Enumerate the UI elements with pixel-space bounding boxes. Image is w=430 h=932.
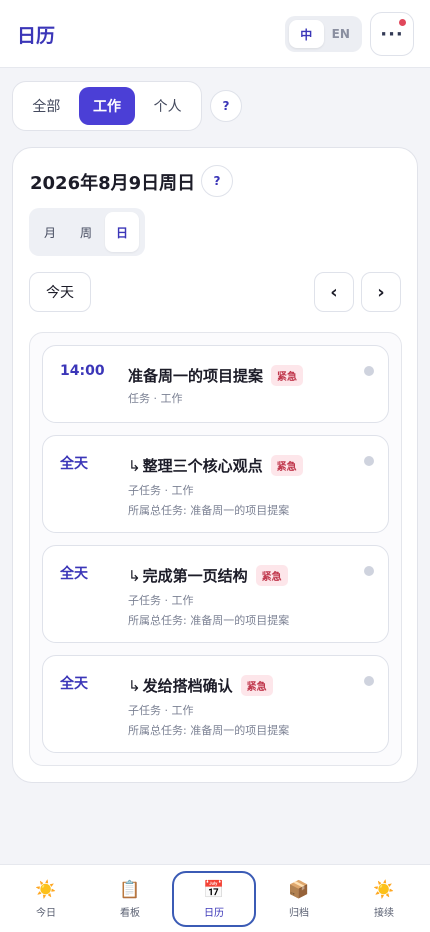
calendar-icon: 📅 [203, 879, 225, 900]
view-month[interactable]: 月 [33, 212, 67, 252]
filter-personal[interactable]: 个人 [139, 87, 196, 125]
event-list: 14:00 准备周一的项目提案 紧急 任务 · 工作 全天 ↳ 整理三个核心观点… [29, 332, 402, 766]
event-item[interactable]: 全天 ↳ 完成第一页结构 紧急 子任务 · 工作 所属总任务: 准备周一的项目提… [42, 545, 389, 643]
chevron-left-icon: ‹ [330, 281, 338, 303]
language-toggle[interactable]: 中 EN [285, 16, 362, 52]
event-meta: 任务 · 工作 [128, 392, 183, 405]
urgent-badge: 紧急 [255, 565, 288, 586]
filter-all[interactable]: 全部 [18, 87, 75, 125]
event-meta: 子任务 · 工作 [128, 484, 194, 497]
nav-label: 看板 [120, 907, 140, 919]
subtask-arrow-icon: ↳ [128, 456, 141, 475]
more-dots-icon: ··· [380, 23, 404, 45]
event-time: 全天 [60, 456, 88, 472]
event-parent-task: 所属总任务: 准备周一的项目提案 [128, 724, 290, 737]
next-day-button[interactable]: › [361, 272, 401, 312]
event-title-text: 整理三个核心观点 [142, 457, 263, 475]
filter-help-button[interactable]: ? [210, 90, 242, 122]
event-title: 准备周一的项目提案 紧急 [128, 365, 304, 386]
event-time: 全天 [60, 676, 88, 692]
urgent-badge: 紧急 [271, 365, 304, 386]
event-parent-task: 所属总任务: 准备周一的项目提案 [128, 614, 290, 627]
nav-calendar[interactable]: 📅 日历 [172, 871, 256, 927]
lang-option-zh[interactable]: 中 [289, 20, 324, 48]
date-help-button[interactable]: ? [201, 165, 233, 197]
event-parent-task: 所属总任务: 准备周一的项目提案 [128, 504, 290, 517]
event-item[interactable]: 全天 ↳ 整理三个核心观点 紧急 子任务 · 工作 所属总任务: 准备周一的项目… [42, 435, 389, 533]
event-meta: 子任务 · 工作 [128, 594, 194, 607]
bottom-nav: ☀️ 今日 📋 看板 📅 日历 📦 归档 ☀️ 接续 [0, 864, 430, 932]
event-status-dot[interactable] [364, 676, 374, 686]
event-status-dot[interactable] [364, 456, 374, 466]
nav-today[interactable]: ☀️ 今日 [4, 871, 88, 927]
event-title: ↳ 完成第一页结构 紧急 [128, 565, 288, 586]
subtask-arrow-icon: ↳ [128, 676, 141, 695]
nav-label: 日历 [204, 907, 224, 919]
page-title: 日历 [17, 25, 56, 47]
nav-archive[interactable]: 📦 归档 [257, 871, 341, 927]
nav-board[interactable]: 📋 看板 [88, 871, 172, 927]
event-time: 全天 [60, 566, 88, 582]
urgent-badge: 紧急 [240, 675, 273, 696]
urgent-badge: 紧急 [270, 455, 303, 476]
sun-icon: ☀️ [373, 879, 395, 900]
sun-icon: ☀️ [35, 879, 57, 900]
nav-label: 归档 [289, 907, 309, 919]
event-title: ↳ 整理三个核心观点 紧急 [128, 455, 303, 476]
notification-dot [399, 19, 406, 26]
prev-day-button[interactable]: ‹ [314, 272, 354, 312]
category-filter: 全部 工作 个人 [12, 81, 202, 131]
event-item[interactable]: 14:00 准备周一的项目提案 紧急 任务 · 工作 [42, 345, 389, 423]
clipboard-icon: 📋 [119, 879, 141, 900]
more-menu-button[interactable]: ··· [370, 12, 414, 56]
today-button[interactable]: 今天 [29, 272, 91, 312]
event-title-text: 完成第一页结构 [142, 567, 248, 585]
view-day[interactable]: 日 [105, 212, 139, 252]
nav-continue[interactable]: ☀️ 接续 [342, 871, 426, 927]
date-title: 2026年8月9日周日 [30, 173, 196, 194]
lang-option-en[interactable]: EN [324, 20, 359, 48]
chevron-right-icon: › [377, 281, 385, 303]
event-title-text: 准备周一的项目提案 [128, 367, 264, 385]
event-title-text: 发给搭档确认 [142, 677, 233, 695]
nav-label: 接续 [374, 907, 394, 919]
archive-box-icon: 📦 [288, 879, 310, 900]
app-header: 日历 中 EN ··· [0, 0, 430, 68]
event-status-dot[interactable] [364, 366, 374, 376]
view-week[interactable]: 周 [69, 212, 103, 252]
view-toggle: 月 周 日 [29, 208, 145, 256]
nav-label: 今日 [36, 907, 56, 919]
event-status-dot[interactable] [364, 566, 374, 576]
event-meta: 子任务 · 工作 [128, 704, 194, 717]
subtask-arrow-icon: ↳ [128, 566, 141, 585]
calendar-card: 2026年8月9日周日 ? 月 周 日 今天 ‹ › 14:00 准备周一的项目… [12, 147, 418, 783]
filter-work[interactable]: 工作 [78, 87, 136, 125]
event-title: ↳ 发给搭档确认 紧急 [128, 675, 273, 696]
event-time: 14:00 [60, 363, 105, 379]
event-item[interactable]: 全天 ↳ 发给搭档确认 紧急 子任务 · 工作 所属总任务: 准备周一的项目提案 [42, 655, 389, 753]
